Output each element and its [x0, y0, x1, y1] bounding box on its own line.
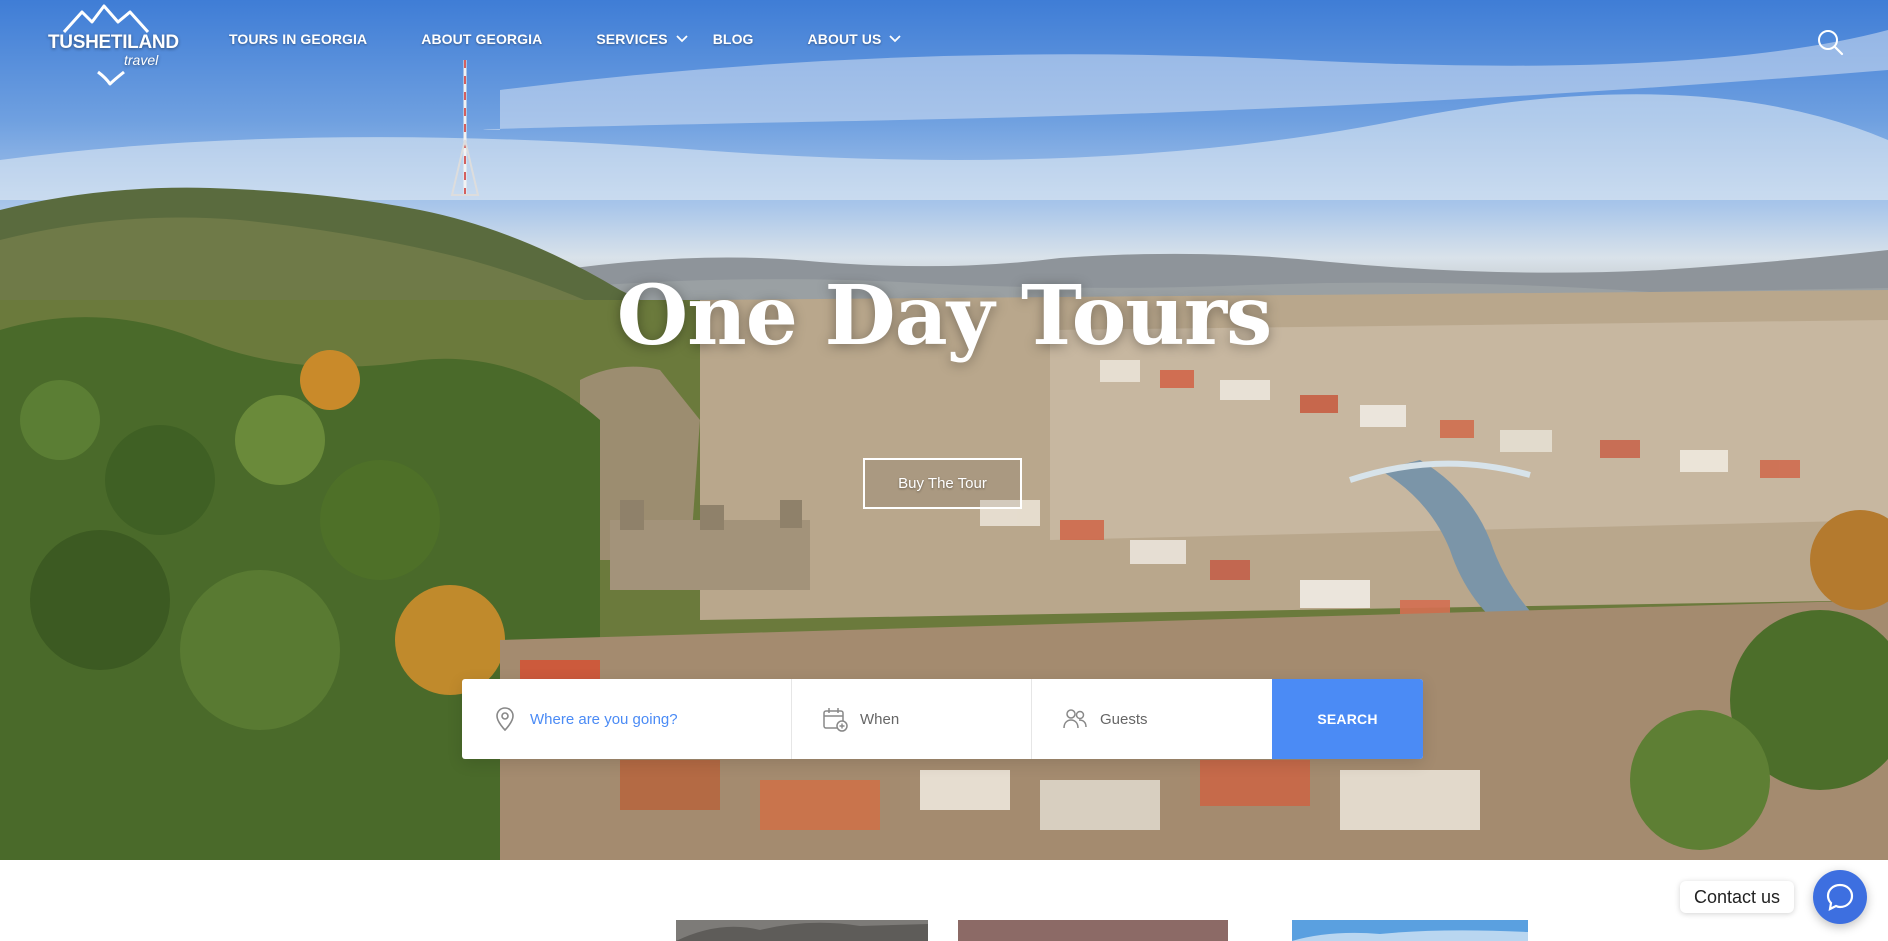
- nav-label: BLOG: [712, 31, 754, 47]
- contact-chat-button[interactable]: [1813, 870, 1867, 924]
- logo-text: TUSHETILAND: [48, 32, 179, 53]
- hero-title: One Day Tours: [616, 268, 1273, 364]
- when-field[interactable]: [792, 679, 1032, 759]
- nav-about-us[interactable]: ABOUT US: [808, 31, 902, 47]
- content-preview-section: [0, 860, 1888, 941]
- chat-bubble-icon: [1826, 883, 1854, 911]
- site-logo[interactable]: TUSHETILAND travel: [44, 2, 179, 86]
- nav-label: SERVICES: [596, 31, 668, 47]
- nav-blog[interactable]: BLOG: [713, 31, 754, 47]
- nav-tours-in-georgia[interactable]: TOURS IN GEORGIA: [229, 31, 367, 47]
- where-field[interactable]: [462, 679, 792, 759]
- guests-field[interactable]: [1032, 679, 1272, 759]
- contact-us-label[interactable]: Contact us: [1680, 881, 1795, 913]
- site-header: TUSHETILAND travel TOURS IN GEORGIA ABOU…: [0, 0, 1888, 90]
- nav-label: ABOUT US: [807, 31, 882, 47]
- buy-the-tour-button[interactable]: Buy The Tour: [863, 458, 1022, 509]
- search-icon[interactable]: [1816, 28, 1844, 56]
- nav-label: ABOUT GEORGIA: [421, 31, 543, 47]
- search-button[interactable]: SEARCH: [1272, 679, 1423, 759]
- tour-card-previews: [676, 920, 1528, 941]
- logo-subtext: travel: [124, 52, 159, 68]
- destination-input[interactable]: [530, 710, 791, 728]
- chevron-down-icon: [889, 35, 902, 43]
- calendar-add-icon: [823, 708, 848, 732]
- tour-search-form: SEARCH: [462, 679, 1423, 759]
- guests-input[interactable]: [1100, 710, 1272, 728]
- chevron-down-icon: [676, 35, 688, 43]
- nav-about-georgia[interactable]: ABOUT GEORGIA: [421, 31, 542, 47]
- map-pin-icon: [496, 707, 514, 732]
- main-nav: TOURS IN GEORGIA ABOUT GEORGIA SERVICES …: [229, 31, 902, 47]
- users-icon: [1063, 709, 1087, 729]
- date-input[interactable]: [860, 710, 1031, 728]
- nav-label: TOURS IN GEORGIA: [229, 31, 368, 47]
- nav-services[interactable]: SERVICES: [596, 31, 688, 47]
